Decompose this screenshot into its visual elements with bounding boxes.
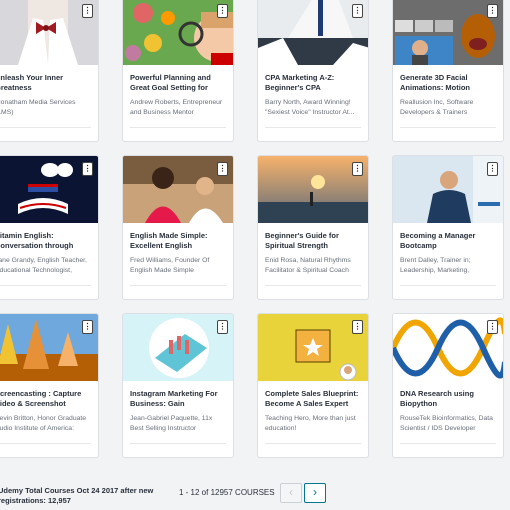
divider — [400, 285, 496, 286]
course-thumbnail[interactable]: ⋮ — [258, 0, 368, 65]
course-title[interactable]: Becoming a Manager Bootcamp — [400, 231, 496, 251]
course-thumbnail[interactable]: ⋮ — [0, 156, 98, 223]
divider — [400, 443, 496, 444]
course-author: RouseTek Bioinformatics, Data Scientist … — [400, 415, 493, 432]
course-author: Brent Dalley, Trainer in; Leadership, Ma… — [400, 257, 471, 274]
course-card[interactable]: ⋮ Unleash Your Inner Greatness Monatham … — [0, 0, 99, 142]
chevron-right-icon[interactable]: › — [304, 483, 326, 503]
course-author: Enid Rosa, Natural Rhythms Facilitator &… — [265, 257, 351, 274]
course-card[interactable]: ⋮ Screencasting : Capture Video & Screen… — [0, 313, 99, 458]
card-menu-icon[interactable]: ⋮ — [82, 4, 93, 18]
course-title[interactable]: Powerful Planning and Great Goal Setting… — [130, 73, 226, 93]
divider — [400, 127, 496, 128]
card-menu-icon[interactable]: ⋮ — [217, 162, 228, 176]
course-title[interactable]: Unleash Your Inner Greatness — [0, 73, 91, 93]
card-menu-icon[interactable]: ⋮ — [217, 4, 228, 18]
course-count-note: Udemy Total Courses Oct 24 2017 after ne… — [0, 486, 154, 505]
divider — [265, 127, 361, 128]
divider — [0, 443, 91, 444]
course-title[interactable]: Instagram Marketing For Business: Gain I… — [130, 389, 226, 409]
card-menu-icon[interactable]: ⋮ — [487, 4, 498, 18]
course-author: Monatham Media Services (LMS) Self-Devel… — [0, 99, 76, 116]
card-menu-icon[interactable]: ⋮ — [352, 4, 363, 18]
course-card[interactable]: ⋮ Complete Sales Blueprint: Become A Sal… — [257, 313, 369, 458]
course-author: Reallusion Inc, Software Developers & Tr… — [400, 99, 474, 116]
course-title[interactable]: English Made Simple: Excellent English E… — [130, 231, 226, 251]
course-card[interactable]: ⋮ CPA Marketing A-Z: Beginner's CPA Domi… — [257, 0, 369, 142]
course-card[interactable]: ⋮ Instagram Marketing For Business: Gain… — [122, 313, 234, 458]
card-menu-icon[interactable]: ⋮ — [352, 162, 363, 176]
divider — [265, 285, 361, 286]
card-menu-icon[interactable]: ⋮ — [352, 320, 363, 334]
divider — [130, 443, 226, 444]
course-card[interactable]: ⋮ DNA Research using Biopython RouseTek … — [392, 313, 504, 458]
course-thumbnail[interactable]: ⋮ — [123, 0, 233, 65]
card-menu-icon[interactable]: ⋮ — [487, 162, 498, 176]
course-author: Barry North, Award Winning! "Sexiest Voi… — [265, 99, 355, 116]
divider — [265, 443, 361, 444]
course-thumbnail[interactable]: ⋮ — [0, 314, 98, 381]
course-thumbnail[interactable]: ⋮ — [123, 314, 233, 381]
course-title[interactable]: Generate 3D Facial Animations: Motion Ca… — [400, 73, 496, 93]
divider — [0, 127, 91, 128]
course-author: Fred Williams, Founder Of English Made S… — [130, 257, 210, 274]
course-card[interactable]: ⋮ Powerful Planning and Great Goal Setti… — [122, 0, 234, 142]
course-card[interactable]: ⋮ English Made Simple: Excellent English… — [122, 155, 234, 300]
course-title[interactable]: Complete Sales Blueprint: Become A Sales… — [265, 389, 361, 409]
course-card[interactable]: ⋮ Becoming a Manager Bootcamp Brent Dall… — [392, 155, 504, 300]
course-thumbnail[interactable]: ⋮ — [258, 156, 368, 223]
course-thumbnail[interactable]: ⋮ — [393, 156, 503, 223]
course-title[interactable]: Screencasting : Capture Video & Screensh… — [0, 389, 91, 409]
course-title[interactable]: Vitamin English: Conversation through Cu… — [0, 231, 91, 251]
result-range: 1 - 12 of 12957 COURSES — [179, 488, 275, 497]
course-title[interactable]: CPA Marketing A-Z: Beginner's CPA Domina… — [265, 73, 361, 93]
card-menu-icon[interactable]: ⋮ — [82, 162, 93, 176]
divider — [130, 285, 226, 286]
card-menu-icon[interactable]: ⋮ — [217, 320, 228, 334]
pagination-bar: Udemy Total Courses Oct 24 2017 after ne… — [0, 478, 510, 510]
course-author: Andrew Roberts, Entrepreneur and Busines… — [130, 99, 223, 116]
divider — [130, 127, 226, 128]
course-title[interactable]: Beginner's Guide for Spiritual Strength — [265, 231, 361, 251]
card-menu-icon[interactable]: ⋮ — [487, 320, 498, 334]
course-thumbnail[interactable]: ⋮ — [0, 0, 98, 65]
card-menu-icon[interactable]: ⋮ — [82, 320, 93, 334]
course-thumbnail[interactable]: ⋮ — [393, 0, 503, 65]
course-thumbnail[interactable]: ⋮ — [393, 314, 503, 381]
chevron-left-icon[interactable]: ‹ — [280, 483, 302, 503]
course-author: Jane Grandy, English Teacher, Educationa… — [0, 257, 87, 274]
course-thumbnail[interactable]: ⋮ — [258, 314, 368, 381]
course-card[interactable]: ⋮ Generate 3D Facial Animations: Motion … — [392, 0, 504, 142]
course-card[interactable]: ⋮ Vitamin English: Conversation through … — [0, 155, 99, 300]
course-title[interactable]: DNA Research using Biopython — [400, 389, 496, 409]
divider — [0, 285, 91, 286]
course-card[interactable]: ⋮ Beginner's Guide for Spiritual Strengt… — [257, 155, 369, 300]
course-author: Teaching Hero, More than just education! — [265, 415, 356, 432]
course-author: Jean-Gabriel Paquette, 11x Best Selling … — [130, 415, 213, 432]
course-author: Kevin Britton, Honor Graduate Audio Inst… — [0, 415, 87, 432]
course-thumbnail[interactable]: ⋮ — [123, 156, 233, 223]
